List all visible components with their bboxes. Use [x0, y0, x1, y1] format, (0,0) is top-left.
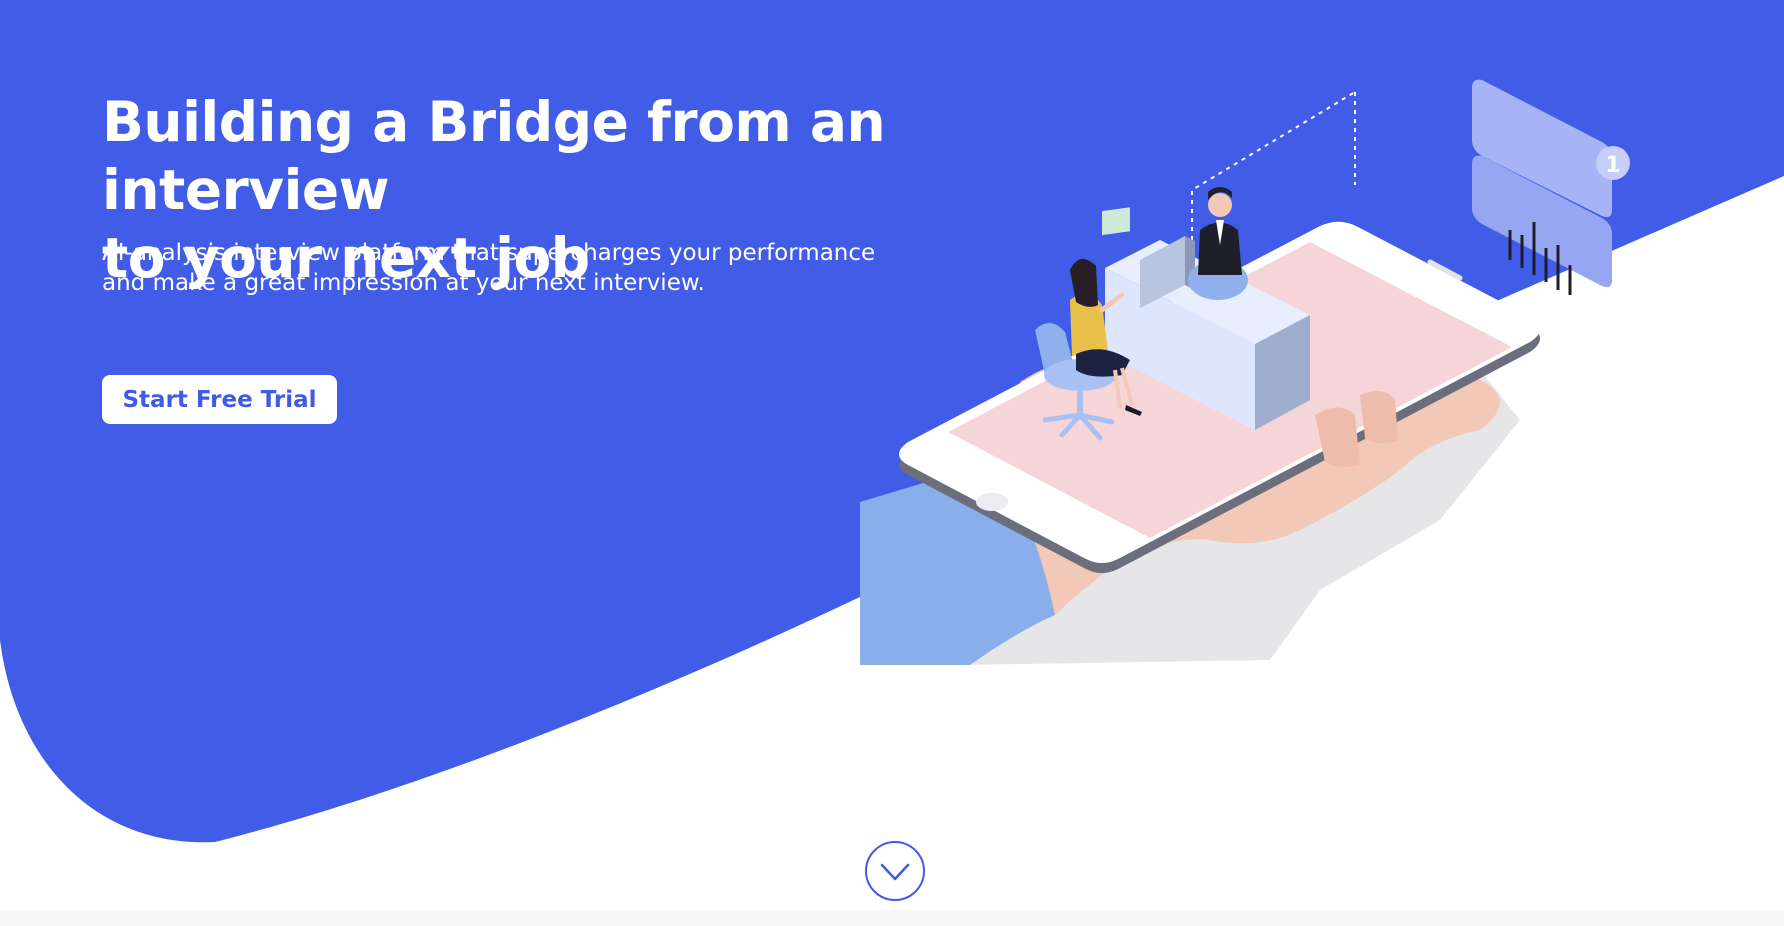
chevron-down-icon [880, 863, 910, 881]
notification-count: 1 [1605, 153, 1620, 178]
home-button [976, 493, 1008, 511]
subtitle-line-2: and make a great impression at your next… [102, 270, 705, 296]
interviewer [1188, 187, 1248, 300]
hero-subtitle: AI-analysis interview platform that supe… [102, 238, 882, 298]
floating-panels: 1 [1472, 79, 1630, 295]
scroll-down-button[interactable] [865, 841, 925, 901]
start-free-trial-button[interactable]: Start Free Trial [102, 375, 337, 424]
interview-illustration: 1 [860, 79, 1630, 665]
hero-section: Building a Bridge from an interview to y… [0, 0, 1784, 926]
subtitle-line-1: AI-analysis interview platform that supe… [102, 240, 876, 266]
bottom-strip [0, 910, 1784, 926]
